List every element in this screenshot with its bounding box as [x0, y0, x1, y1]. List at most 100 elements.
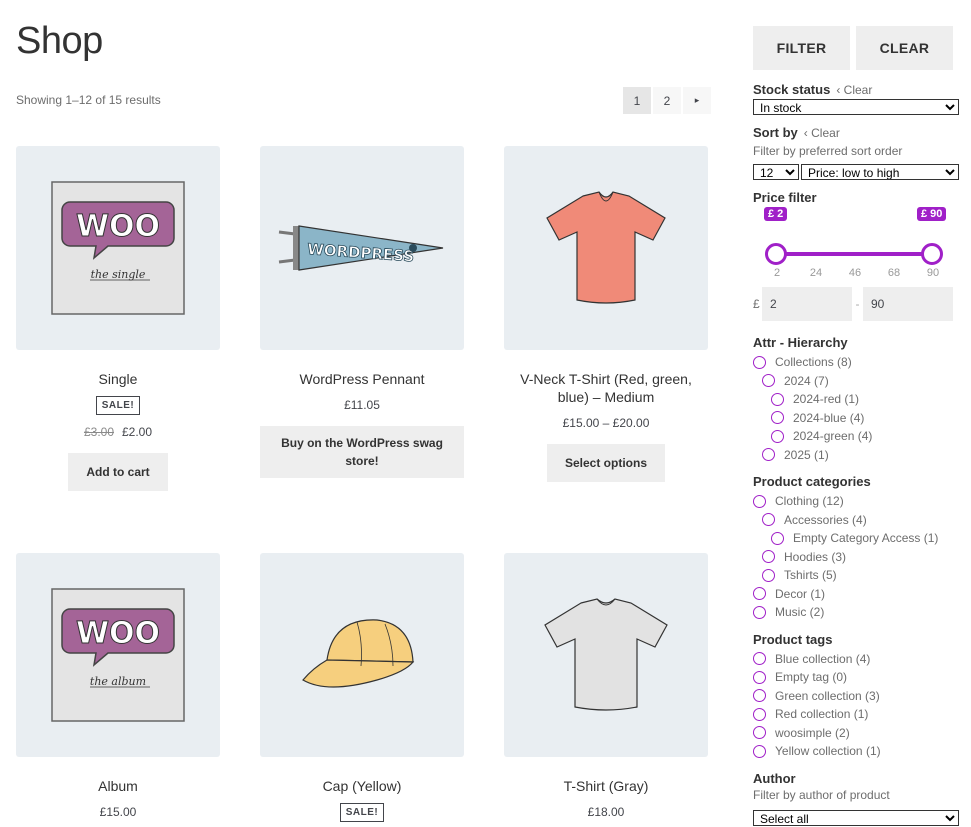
product-image[interactable]: WOO the single: [16, 146, 220, 350]
option-label: Red collection (1): [775, 707, 869, 722]
radio-icon[interactable]: [762, 568, 775, 582]
radio-icon[interactable]: [753, 494, 766, 508]
sort-order-select[interactable]: Price: low to high: [801, 164, 959, 180]
clear-label: Clear: [843, 83, 873, 97]
product-name[interactable]: Cap (Yellow): [260, 777, 464, 795]
max-price-input[interactable]: 90: [863, 287, 953, 321]
filter-actions: FILTER CLEAR: [753, 26, 959, 70]
widget-title: Product categories: [753, 474, 871, 489]
price-filter-widget: Price filter £ 2 £ 90 2 24 46 68 90 £ 2 …: [753, 190, 959, 321]
radio-icon[interactable]: [771, 429, 784, 443]
category-option[interactable]: Empty Category Access (1): [753, 529, 959, 548]
category-option[interactable]: Accessories (4): [753, 511, 959, 530]
option-label: Collections (8): [775, 355, 852, 370]
next-page-icon[interactable]: ▸: [683, 87, 711, 114]
radio-icon[interactable]: [753, 587, 766, 601]
max-slider-handle[interactable]: [921, 243, 943, 265]
radio-icon[interactable]: [771, 392, 784, 406]
page-title: Shop: [16, 20, 103, 62]
price-slider[interactable]: £ 2 £ 90 2 24 46 68 90 £ 2 - 90: [753, 205, 959, 321]
add-to-cart-button[interactable]: Add to cart: [68, 453, 168, 491]
product-image[interactable]: [260, 553, 464, 757]
tag-option[interactable]: Yellow collection (1): [753, 742, 959, 761]
scale-tick: 68: [887, 267, 901, 279]
option-label: 2024-blue (4): [793, 410, 865, 425]
widget-title: Product tags: [753, 631, 833, 647]
filter-button[interactable]: FILTER: [753, 26, 850, 70]
stock-status-widget: Stock status ‹ Clear In stock: [753, 82, 959, 115]
svg-text:the album: the album: [90, 675, 146, 688]
radio-icon[interactable]: [753, 605, 766, 619]
buy-external-button[interactable]: Buy on the WordPress swag store!: [260, 426, 464, 478]
attr-option[interactable]: 2024-blue (4): [753, 409, 959, 428]
option-label: Hoodies (3): [784, 549, 847, 564]
result-count: Showing 1–12 of 15 results: [16, 93, 161, 107]
max-price-tooltip: £ 90: [917, 207, 947, 221]
radio-icon[interactable]: [753, 355, 766, 369]
woo-album-art-icon: WOO the album: [51, 588, 185, 722]
clear-button[interactable]: CLEAR: [856, 26, 953, 70]
attr-option[interactable]: 2024 (7): [753, 372, 959, 391]
product-image[interactable]: [504, 553, 708, 757]
chevron-left-icon: ‹: [836, 83, 844, 97]
option-label: Clothing (12): [775, 494, 844, 509]
product-name[interactable]: Single: [16, 370, 220, 388]
option-label: 2024-green (4): [793, 429, 873, 444]
attr-option[interactable]: Collections (8): [753, 353, 959, 372]
radio-icon[interactable]: [762, 448, 775, 462]
product-categories-widget: Product categories Clothing (12) Accesso…: [753, 474, 959, 622]
product-card: T-Shirt (Gray) £18.00: [504, 553, 708, 819]
product-image[interactable]: WOO the album: [16, 553, 220, 757]
category-option[interactable]: Decor (1): [753, 585, 959, 604]
category-option[interactable]: Clothing (12): [753, 492, 959, 511]
widget-title: Author: [753, 770, 796, 786]
product-image[interactable]: [504, 146, 708, 350]
product-card: WOO the album Album £15.00: [16, 553, 220, 819]
radio-icon[interactable]: [753, 707, 766, 721]
radio-icon[interactable]: [771, 411, 784, 425]
sort-clear-link[interactable]: ‹ Clear: [804, 126, 840, 140]
sort-description: Filter by preferred sort order: [753, 144, 903, 158]
page-2-link[interactable]: 2: [653, 87, 681, 114]
per-page-select[interactable]: 12: [753, 164, 799, 180]
author-description: Filter by author of product: [753, 787, 890, 802]
product-name[interactable]: T-Shirt (Gray): [504, 777, 708, 795]
red-tshirt-art-icon: [546, 191, 666, 304]
tag-option[interactable]: Blue collection (4): [753, 650, 959, 669]
radio-icon[interactable]: [771, 531, 784, 545]
product-name[interactable]: WordPress Pennant: [260, 370, 464, 388]
product-image[interactable]: WORDPRESS: [260, 146, 464, 350]
pagination: 1 2 ▸: [623, 87, 711, 114]
category-option[interactable]: Music (2): [753, 603, 959, 622]
attr-option[interactable]: 2025 (1): [753, 446, 959, 465]
radio-icon[interactable]: [753, 689, 766, 703]
tag-option[interactable]: Green collection (3): [753, 687, 959, 706]
min-price-input[interactable]: 2: [762, 287, 852, 321]
radio-icon[interactable]: [753, 670, 766, 684]
category-option[interactable]: Tshirts (5): [753, 566, 959, 585]
option-label: 2025 (1): [784, 447, 829, 462]
radio-icon[interactable]: [753, 744, 766, 758]
min-slider-handle[interactable]: [765, 243, 787, 265]
stock-status-select[interactable]: In stock: [753, 99, 959, 115]
author-select[interactable]: Select all: [753, 809, 959, 826]
slider-track[interactable]: [776, 252, 932, 256]
attr-option[interactable]: 2024-red (1): [753, 390, 959, 409]
page-1-link[interactable]: 1: [623, 87, 651, 114]
option-label: Decor (1): [775, 586, 826, 601]
product-name[interactable]: V-Neck T-Shirt (Red, green, blue) – Medi…: [504, 370, 708, 406]
tag-option[interactable]: Empty tag (0): [753, 668, 959, 687]
attr-option[interactable]: 2024-green (4): [753, 427, 959, 446]
category-option[interactable]: Hoodies (3): [753, 548, 959, 567]
select-options-button[interactable]: Select options: [546, 444, 665, 482]
radio-icon[interactable]: [762, 550, 775, 564]
product-price: £18.00: [587, 805, 625, 819]
radio-icon[interactable]: [753, 726, 766, 740]
radio-icon[interactable]: [762, 513, 775, 527]
product-name[interactable]: Album: [16, 777, 220, 795]
stock-clear-link[interactable]: ‹ Clear: [836, 83, 872, 97]
radio-icon[interactable]: [762, 374, 775, 388]
tag-option[interactable]: woosimple (2): [753, 724, 959, 743]
tag-option[interactable]: Red collection (1): [753, 705, 959, 724]
radio-icon[interactable]: [753, 652, 766, 666]
